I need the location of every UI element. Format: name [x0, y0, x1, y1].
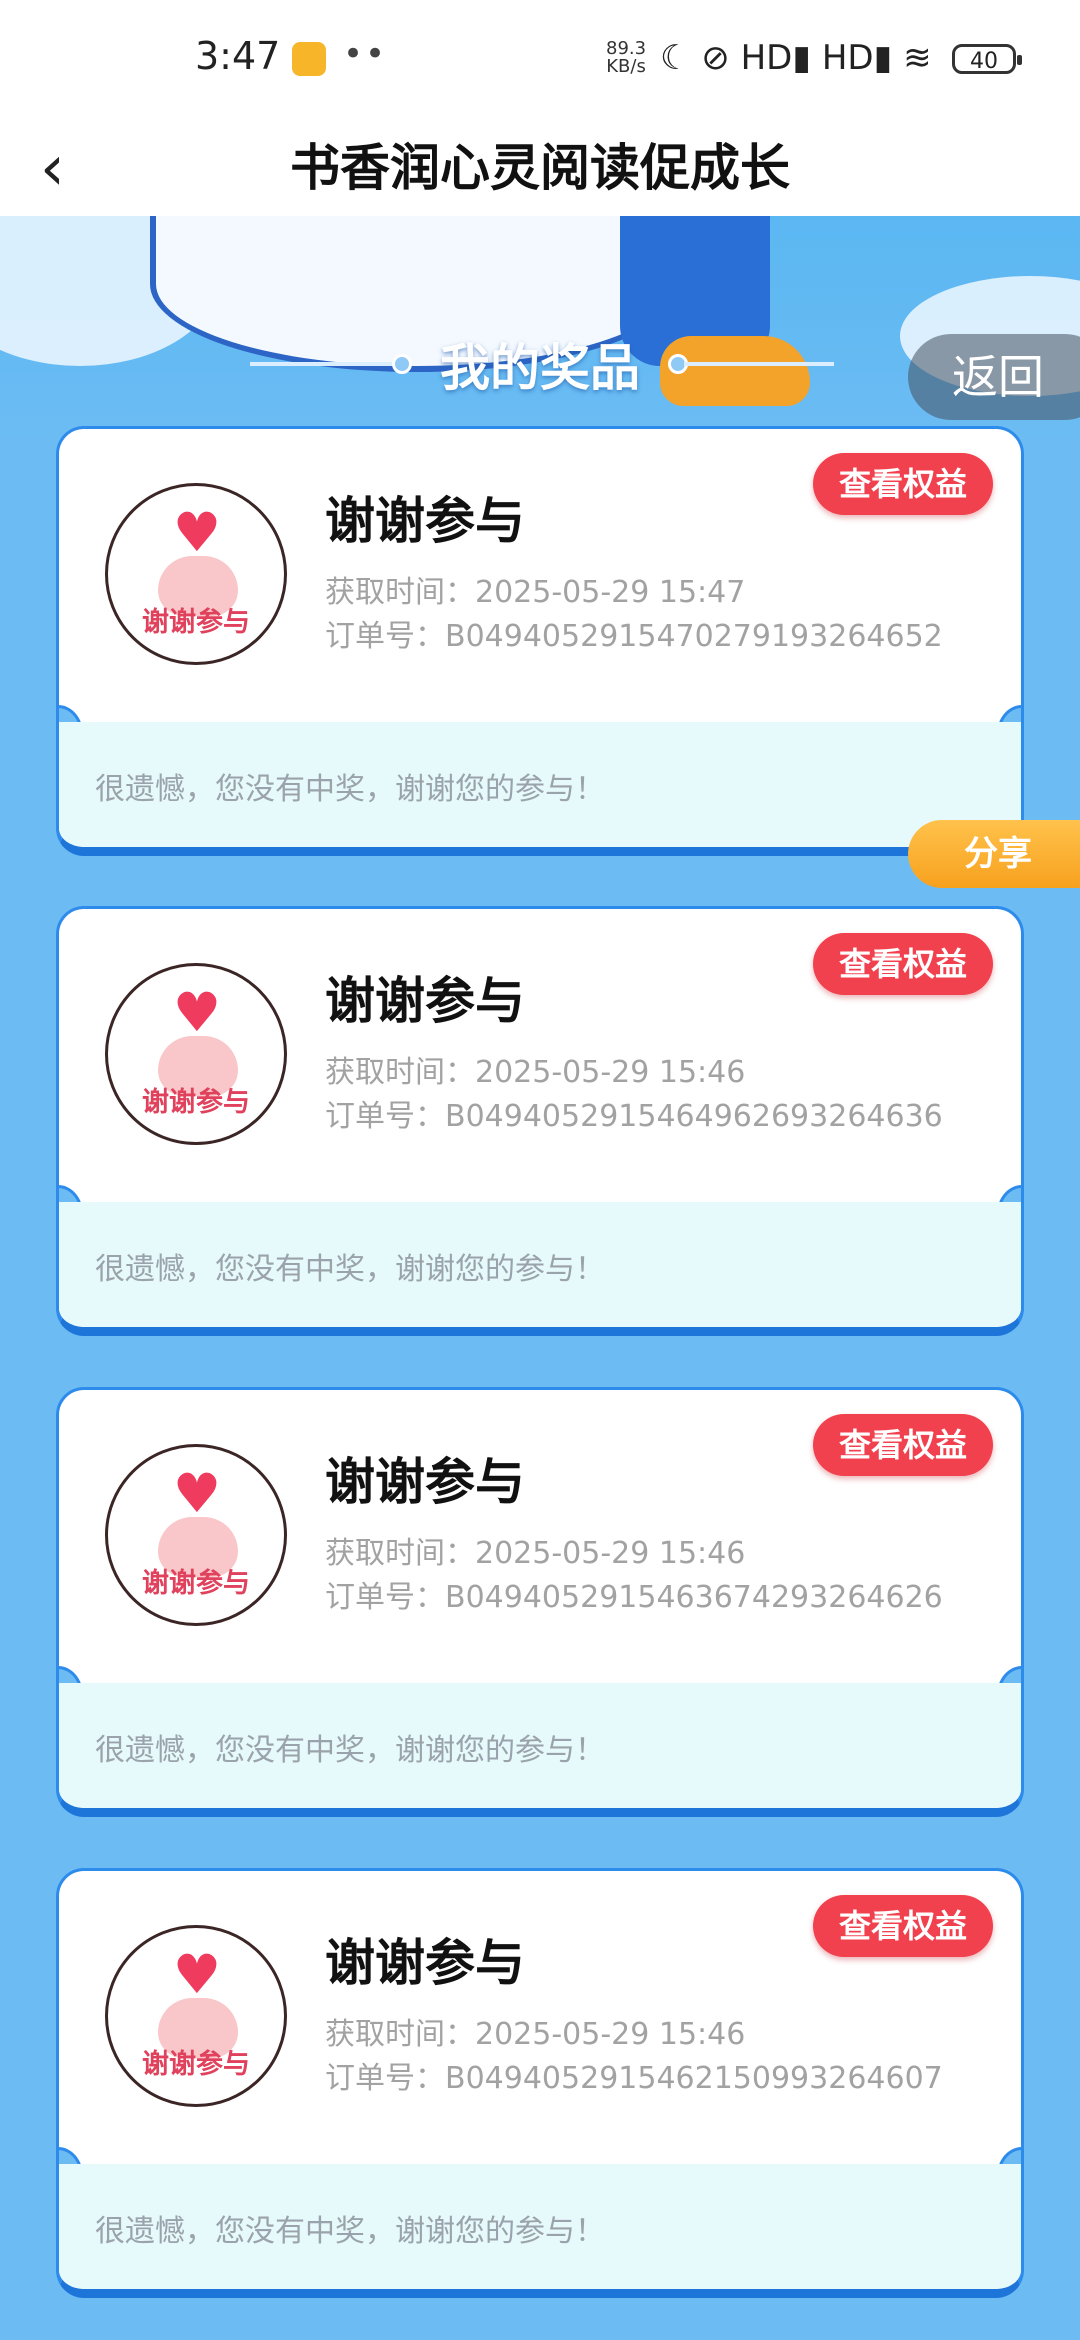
notification-app-icon	[292, 42, 326, 76]
page-title: 书香润心灵阅读促成长	[290, 139, 790, 197]
prize-time: 获取时间：2025-05-29 15:47	[325, 575, 746, 610]
prize-card: ♥ 谢谢参与 谢谢参与 获取时间：2025-05-29 15:46 订单号：B0…	[56, 906, 1024, 1336]
view-benefits-button[interactable]: 查看权益	[813, 1414, 993, 1476]
prize-card: ♥ 谢谢参与 谢谢参与 获取时间：2025-05-29 15:46 订单号：B0…	[56, 1868, 1024, 2298]
prize-image: ♥ 谢谢参与	[105, 1925, 287, 2107]
heart-icon: ♥	[172, 1462, 222, 1525]
more-notifications-icon: ••	[343, 34, 388, 74]
card-footer: 很遗憾，您没有中奖，谢谢您的参与！	[59, 2164, 1021, 2289]
no-prize-message: 很遗憾，您没有中奖，谢谢您的参与！	[95, 772, 605, 807]
prize-name: 谢谢参与	[325, 1934, 525, 1992]
order-number: 订单号：B0494052915470279193264652	[325, 619, 943, 654]
card-footer: 很遗憾，您没有中奖，谢谢您的参与！	[59, 1202, 1021, 1327]
prize-name: 谢谢参与	[325, 492, 525, 550]
view-benefits-button[interactable]: 查看权益	[813, 1895, 993, 1957]
prize-time: 获取时间：2025-05-29 15:46	[325, 2017, 746, 2052]
order-number: 订单号：B0494052915463674293264626	[325, 1580, 943, 1615]
prize-time: 获取时间：2025-05-29 15:46	[325, 1536, 746, 1571]
status-time: 3:47	[195, 34, 281, 78]
prize-image-label: 谢谢参与	[142, 2049, 250, 2080]
card-footer: 很遗憾，您没有中奖，谢谢您的参与！	[59, 1683, 1021, 1808]
prize-image-label: 谢谢参与	[142, 1087, 250, 1118]
return-button[interactable]: 返回	[908, 334, 1080, 420]
network-speed: 89.3 KB/s	[606, 38, 647, 77]
no-prize-message: 很遗憾，您没有中奖，谢谢您的参与！	[95, 2214, 605, 2249]
prize-time: 获取时间：2025-05-29 15:46	[325, 1055, 746, 1090]
prize-name: 谢谢参与	[325, 972, 525, 1030]
heart-icon: ♥	[172, 501, 222, 564]
heart-icon: ♥	[172, 1943, 222, 2006]
status-icons: ☾ ⊘ HD▮ HD▮ ≋	[660, 38, 932, 78]
order-number: 订单号：B0494052915464962693264636	[325, 1099, 943, 1134]
prize-image: ♥ 谢谢参与	[105, 1444, 287, 1626]
share-button[interactable]: 分享	[908, 820, 1080, 888]
status-bar: 3:47 •• 89.3 KB/s ☾ ⊘ HD▮ HD▮ ≋ 40	[0, 0, 1080, 120]
prize-card: ♥ 谢谢参与 谢谢参与 获取时间：2025-05-29 15:46 订单号：B0…	[56, 1387, 1024, 1817]
no-prize-message: 很遗憾，您没有中奖，谢谢您的参与！	[95, 1252, 605, 1287]
battery-icon: 40	[952, 44, 1022, 74]
prize-image: ♥ 谢谢参与	[105, 483, 287, 665]
view-benefits-button[interactable]: 查看权益	[813, 933, 993, 995]
heart-icon: ♥	[172, 981, 222, 1044]
banner: 我的奖品 返回	[0, 216, 1080, 446]
order-number: 订单号：B0494052915462150993264607	[325, 2061, 943, 2096]
prize-image-label: 谢谢参与	[142, 607, 250, 638]
prize-card: ♥ 谢谢参与 谢谢参与 获取时间：2025-05-29 15:47 订单号：B0…	[56, 426, 1024, 856]
prize-name: 谢谢参与	[325, 1453, 525, 1511]
no-prize-message: 很遗憾，您没有中奖，谢谢您的参与！	[95, 1733, 605, 1768]
app-header: ‹ 书香润心灵阅读促成长	[0, 120, 1080, 216]
prize-image-label: 谢谢参与	[142, 1568, 250, 1599]
card-footer: 很遗憾，您没有中奖，谢谢您的参与！	[59, 722, 1021, 847]
prize-image: ♥ 谢谢参与	[105, 963, 287, 1145]
view-benefits-button[interactable]: 查看权益	[813, 453, 993, 515]
title-line-right	[684, 362, 834, 366]
